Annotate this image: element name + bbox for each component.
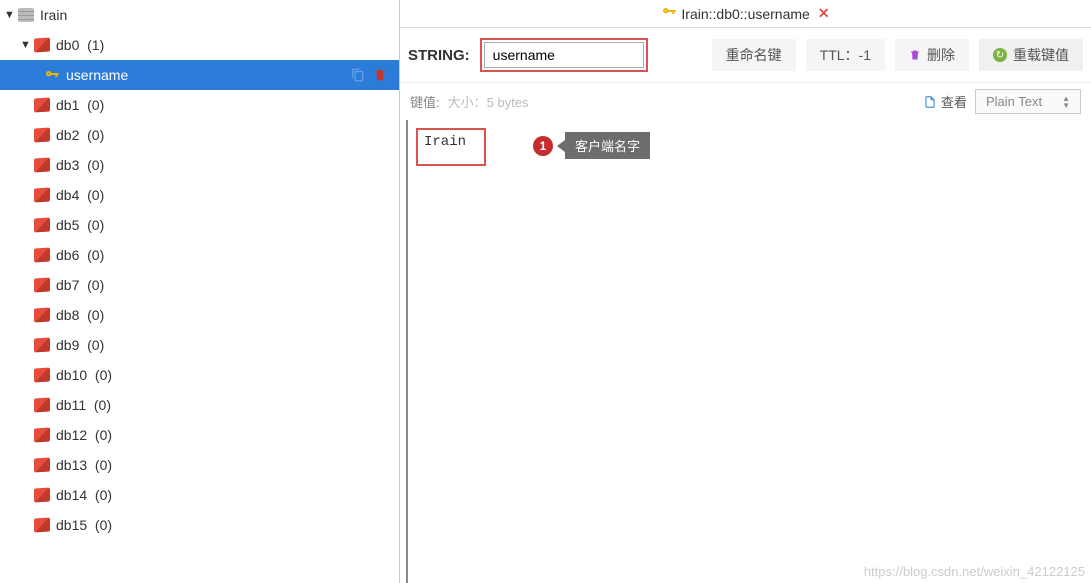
database-icon [34,458,50,472]
db-node[interactable]: db10 (0) [0,360,399,390]
db-label: db4 (0) [56,187,399,203]
key-toolbar: STRING: 重命名键 TTL：-1 删除 ↻ 重载键值 [400,28,1091,83]
db-label: db3 (0) [56,157,399,173]
database-icon [34,338,50,352]
main-panel: Irain::db0::username ✕ STRING: 重命名键 TTL：… [400,0,1091,583]
value-label: 键值: [410,92,440,111]
key-icon [661,4,677,23]
value-subbar: 键值: 大小：5 bytes 查看 Plain Text ▲▼ [400,83,1091,120]
db-label: db5 (0) [56,217,399,233]
database-icon [34,128,50,142]
value-size: 大小：5 bytes [448,92,529,111]
database-icon [34,188,50,202]
db-node[interactable]: db2 (0) [0,120,399,150]
database-icon [34,158,50,172]
key-name-input[interactable] [484,42,644,68]
server-name: Irain [40,7,399,23]
db-label: db12 (0) [56,427,399,443]
view-button[interactable]: 查看 [923,92,967,111]
format-select[interactable]: Plain Text ▲▼ [975,89,1081,114]
db-label: db10 (0) [56,367,399,383]
db-node[interactable]: db13 (0) [0,450,399,480]
db-node[interactable]: db6 (0) [0,240,399,270]
db-label: db11 (0) [56,397,399,413]
type-label: STRING: [408,47,470,64]
server-node[interactable]: ▼ Irain [0,0,399,30]
key-label: username [66,67,349,83]
db-label: db13 (0) [56,457,399,473]
sidebar-tree: ▼ Irain ▼ db0 (1) username [0,0,400,583]
db-node[interactable]: db7 (0) [0,270,399,300]
annotation-text: 客户端名字 [565,132,650,159]
db-node[interactable]: db14 (0) [0,480,399,510]
watermark-text: https://blog.csdn.net/weixin_42122125 [864,564,1085,579]
reload-icon: ↻ [993,48,1007,62]
database-icon [34,428,50,442]
database-icon [34,308,50,322]
reload-button[interactable]: ↻ 重载键值 [979,39,1083,71]
db-label: db7 (0) [56,277,399,293]
ttl-button[interactable]: TTL：-1 [806,39,885,71]
db-node[interactable]: db8 (0) [0,300,399,330]
key-input-highlight [480,38,648,72]
db-label: db1 (0) [56,97,399,113]
database-icon [34,518,50,532]
db-node[interactable]: db3 (0) [0,150,399,180]
db-node[interactable]: db1 (0) [0,90,399,120]
rename-button[interactable]: 重命名键 [712,39,796,71]
db-label: db15 (0) [56,517,399,533]
tab-header[interactable]: Irain::db0::username ✕ [400,0,1091,28]
database-icon [34,368,50,382]
database-icon [34,278,50,292]
database-icon [34,38,50,52]
db-node[interactable]: db9 (0) [0,330,399,360]
database-icon [34,218,50,232]
server-icon [18,8,34,22]
delete-icon[interactable] [371,66,389,84]
db-label: db6 (0) [56,247,399,263]
delete-button[interactable]: 删除 [895,39,969,71]
key-node-selected[interactable]: username [0,60,399,90]
value-content-area: Irain 1 客户端名字 [406,120,1091,583]
key-icon [44,67,60,83]
expand-arrow-icon: ▼ [20,39,34,51]
chevron-updown-icon: ▲▼ [1062,95,1070,109]
db-label: db14 (0) [56,487,399,503]
annotation-number: 1 [533,136,553,156]
db-label: db8 (0) [56,307,399,323]
expand-arrow-icon: ▼ [4,9,18,21]
db-node[interactable]: db15 (0) [0,510,399,540]
tab-title: Irain::db0::username [681,6,809,22]
database-icon [34,398,50,412]
annotation-callout: 1 客户端名字 [533,132,650,159]
value-display[interactable]: Irain [416,128,486,166]
db-label: db2 (0) [56,127,399,143]
db-node-open[interactable]: ▼ db0 (1) [0,30,399,60]
db-label: db0 (1) [56,37,399,53]
db-node[interactable]: db5 (0) [0,210,399,240]
db-node[interactable]: db4 (0) [0,180,399,210]
db-label: db9 (0) [56,337,399,353]
copy-icon[interactable] [349,66,367,84]
annotation-arrow-icon [557,140,565,152]
database-icon [34,98,50,112]
database-icon [34,248,50,262]
db-node[interactable]: db11 (0) [0,390,399,420]
database-icon [34,488,50,502]
close-icon[interactable]: ✕ [818,5,830,22]
db-node[interactable]: db12 (0) [0,420,399,450]
